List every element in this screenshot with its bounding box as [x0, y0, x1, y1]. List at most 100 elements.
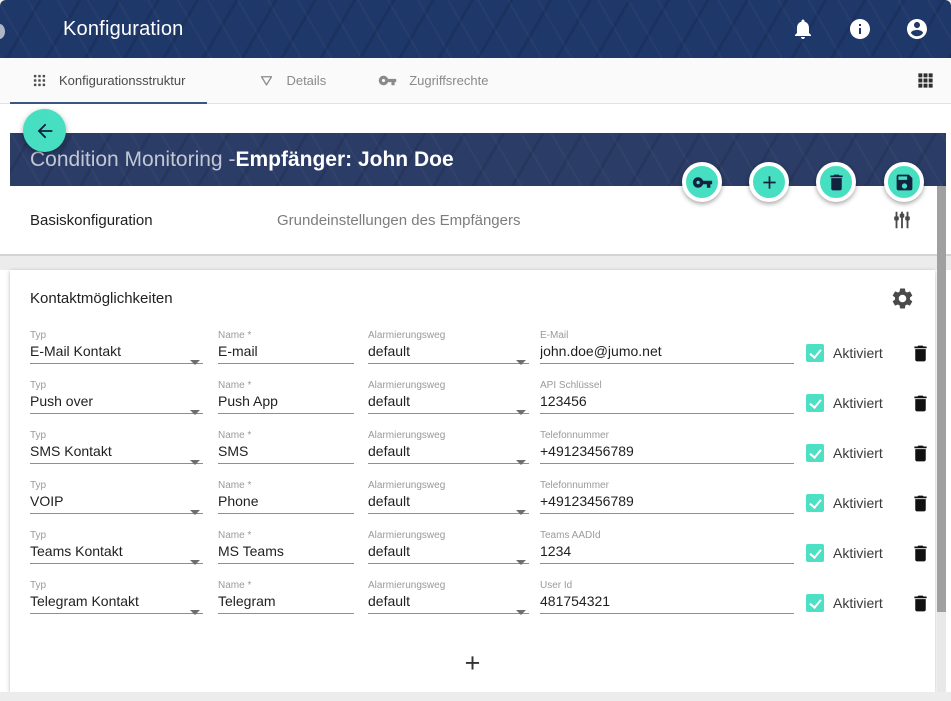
contact-row: Typ Telegram Kontakt Name * Telegram Ala…	[10, 574, 935, 624]
alarmierungsweg-select[interactable]: Alarmierungsweg default	[368, 580, 529, 624]
aktiviert-group: Aktiviert	[806, 343, 883, 363]
row-trash-icon[interactable]	[910, 543, 931, 564]
row-trash-icon[interactable]	[910, 393, 931, 414]
field-label: Teams AADId	[540, 530, 794, 543]
field-label: Name *	[218, 580, 354, 593]
contact-rows: Typ E-Mail Kontakt Name * E-mail Alarmie…	[10, 324, 935, 624]
weg-value: default	[368, 493, 529, 514]
typ-value: E-Mail Kontakt	[30, 343, 203, 364]
account-icon[interactable]	[905, 17, 929, 41]
contact-row: Typ E-Mail Kontakt Name * E-mail Alarmie…	[10, 324, 935, 374]
gear-icon[interactable]	[890, 286, 915, 311]
typ-select[interactable]: Typ E-Mail Kontakt	[30, 330, 203, 374]
contacts-card: Kontaktmöglichkeiten Typ E-Mail Kontakt …	[10, 270, 935, 692]
name-input[interactable]: Name * Telegram	[218, 580, 354, 624]
drawer-edge-artifact	[0, 24, 5, 39]
field-label: Name *	[218, 430, 354, 443]
delete-button[interactable]	[816, 162, 856, 202]
name-value: E-mail	[218, 343, 354, 364]
triangle-down-icon	[259, 73, 274, 88]
bottom-strip	[0, 692, 951, 701]
name-input[interactable]: Name * SMS	[218, 430, 354, 474]
field-label: Alarmierungsweg	[368, 430, 529, 443]
typ-select[interactable]: Typ Telegram Kontakt	[30, 580, 203, 624]
plus-icon	[759, 172, 780, 193]
back-button[interactable]	[23, 109, 66, 152]
contact-value-input[interactable]: Teams AADId 1234	[540, 530, 794, 574]
alarmierungsweg-select[interactable]: Alarmierungsweg default	[368, 530, 529, 574]
tune-icon[interactable]	[891, 209, 913, 231]
field-label: Typ	[30, 330, 203, 343]
row-trash-icon[interactable]	[910, 343, 931, 364]
contact-value-input[interactable]: User Id 481754321	[540, 580, 794, 624]
trash-icon	[826, 172, 847, 193]
card-header: Kontaktmöglichkeiten	[10, 270, 935, 324]
save-button[interactable]	[884, 162, 924, 202]
contact-value: 481754321	[540, 593, 794, 614]
add-button[interactable]	[749, 162, 789, 202]
name-input[interactable]: Name * E-mail	[218, 330, 354, 374]
aktiviert-group: Aktiviert	[806, 443, 883, 463]
add-contact-button[interactable]: +	[10, 648, 935, 678]
field-label: Alarmierungsweg	[368, 530, 529, 543]
name-input[interactable]: Name * MS Teams	[218, 530, 354, 574]
tab-konfigurationsstruktur[interactable]: Konfigurationsstruktur	[10, 58, 207, 103]
page-title-emphasis: Empfänger: John Doe	[235, 148, 453, 172]
basiskonfiguration-row[interactable]: Basiskonfiguration Grundeinstellungen de…	[0, 186, 951, 256]
row-trash-icon[interactable]	[910, 493, 931, 514]
aktiviert-checkbox[interactable]	[806, 544, 824, 562]
name-input[interactable]: Name * Push App	[218, 380, 354, 424]
divider-strip	[0, 256, 951, 270]
typ-select[interactable]: Typ VOIP	[30, 480, 203, 524]
access-rights-button[interactable]	[682, 162, 722, 202]
alarmierungsweg-select[interactable]: Alarmierungsweg default	[368, 330, 529, 374]
aktiviert-label: Aktiviert	[833, 595, 883, 611]
aktiviert-checkbox[interactable]	[806, 394, 824, 412]
alarmierungsweg-select[interactable]: Alarmierungsweg default	[368, 480, 529, 524]
contact-value-input[interactable]: Telefonnummer +49123456789	[540, 430, 794, 474]
typ-value: Telegram Kontakt	[30, 593, 203, 614]
scrollbar-thumb[interactable]	[937, 186, 946, 612]
card-title: Kontaktmöglichkeiten	[30, 290, 173, 307]
aktiviert-checkbox[interactable]	[806, 444, 824, 462]
weg-value: default	[368, 343, 529, 364]
aktiviert-checkbox[interactable]	[806, 594, 824, 612]
field-label: Alarmierungsweg	[368, 330, 529, 343]
row-trash-icon[interactable]	[910, 593, 931, 614]
weg-value: default	[368, 593, 529, 614]
apps-grid-icon[interactable]	[916, 71, 935, 90]
chevron-down-icon	[190, 510, 200, 515]
field-label: Name *	[218, 330, 354, 343]
typ-select[interactable]: Typ Teams Kontakt	[30, 530, 203, 574]
name-input[interactable]: Name * Phone	[218, 480, 354, 524]
field-label: Alarmierungsweg	[368, 580, 529, 593]
contact-value-input[interactable]: Telefonnummer +49123456789	[540, 480, 794, 524]
tab-details[interactable]: Details	[237, 58, 348, 103]
typ-select[interactable]: Typ SMS Kontakt	[30, 430, 203, 474]
alarmierungsweg-select[interactable]: Alarmierungsweg default	[368, 430, 529, 474]
field-label: Typ	[30, 430, 203, 443]
key-icon	[378, 71, 397, 90]
contact-value-input[interactable]: API Schlüssel 123456	[540, 380, 794, 424]
main-content: Condition Monitoring - Empfänger: John D…	[0, 104, 951, 701]
contact-value-input[interactable]: E-Mail john.doe@jumo.net	[540, 330, 794, 374]
typ-select[interactable]: Typ Push over	[30, 380, 203, 424]
alarmierungsweg-select[interactable]: Alarmierungsweg default	[368, 380, 529, 424]
typ-value: VOIP	[30, 493, 203, 514]
field-label: Typ	[30, 480, 203, 493]
tab-zugriffsrechte[interactable]: Zugriffsrechte	[356, 58, 510, 103]
name-value: SMS	[218, 443, 354, 464]
field-label: Name *	[218, 530, 354, 543]
scrollbar[interactable]	[937, 186, 946, 692]
info-icon[interactable]	[848, 17, 872, 41]
aktiviert-checkbox[interactable]	[806, 494, 824, 512]
name-value: Push App	[218, 393, 354, 414]
typ-value: Teams Kontakt	[30, 543, 203, 564]
contact-row: Typ VOIP Name * Phone Alarmierungsweg de…	[10, 474, 935, 524]
row-trash-icon[interactable]	[910, 443, 931, 464]
chevron-down-icon	[190, 410, 200, 415]
aktiviert-checkbox[interactable]	[806, 344, 824, 362]
bell-icon[interactable]	[791, 17, 815, 41]
aktiviert-group: Aktiviert	[806, 393, 883, 413]
contact-value: 1234	[540, 543, 794, 564]
